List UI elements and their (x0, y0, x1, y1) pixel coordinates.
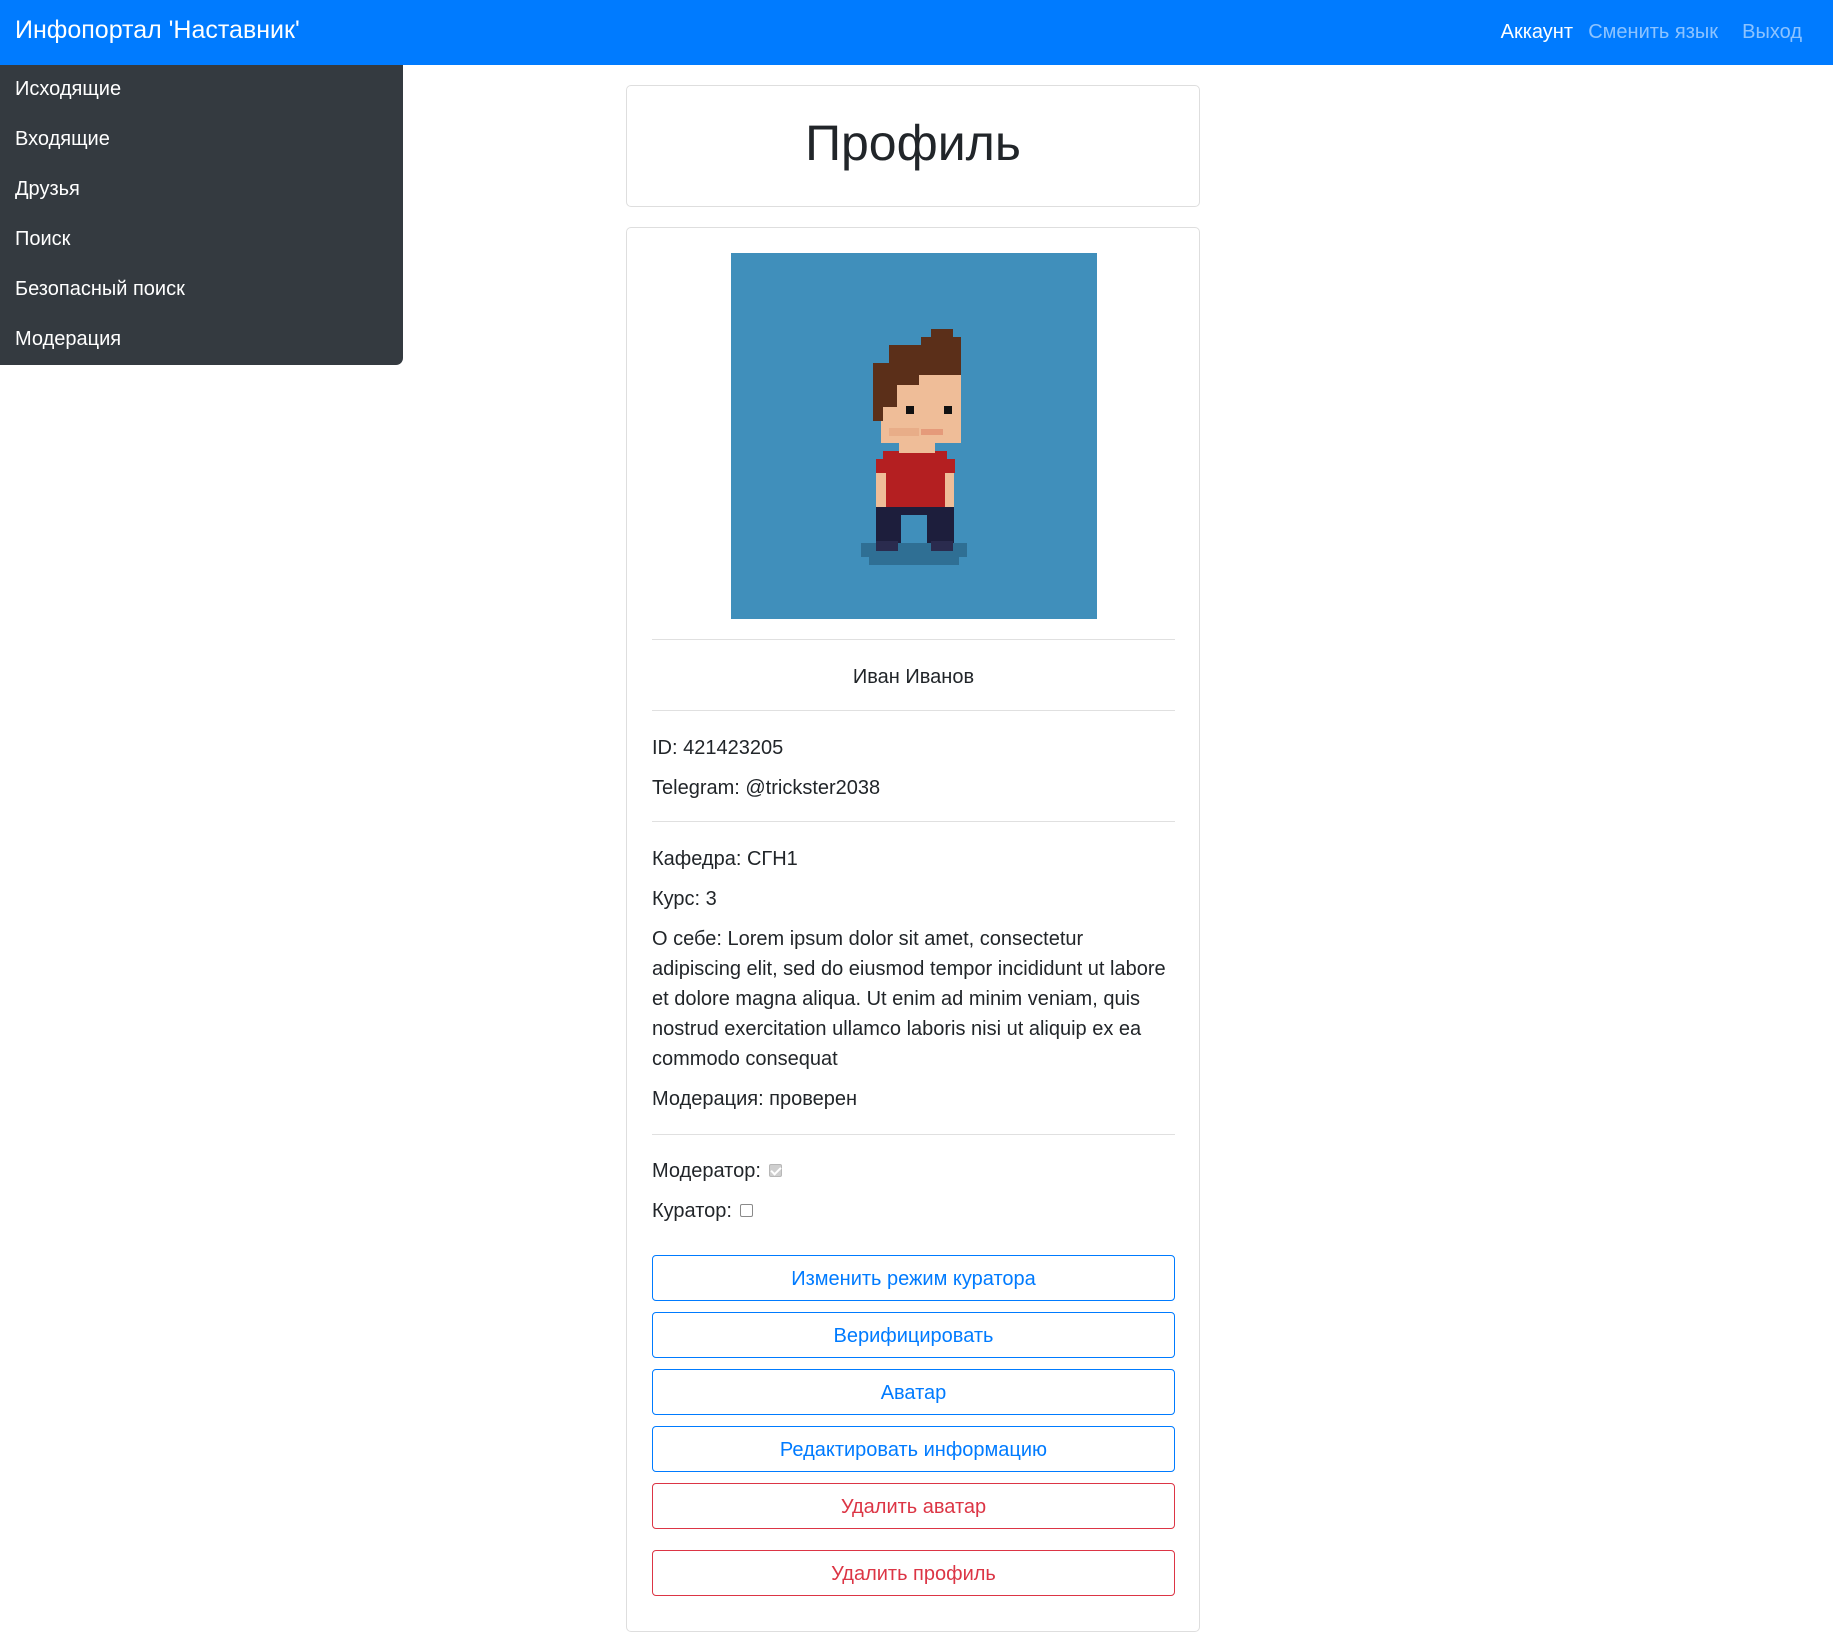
divider (652, 821, 1175, 822)
divider (652, 639, 1175, 640)
profile-about: О себе: Lorem ipsum dolor sit amet, cons… (652, 928, 1166, 1070)
profile-department: Кафедра: СГН1 (652, 848, 798, 870)
curator-label: Куратор: (652, 1200, 732, 1222)
pixel-person-avatar-icon (731, 253, 1097, 619)
divider (652, 710, 1175, 711)
curator-row: Куратор: (652, 1196, 1175, 1226)
top-navbar: Инфопортал 'Наставник' Аккаунт Сменить я… (0, 0, 1833, 65)
page-title-card: Профиль (626, 85, 1200, 207)
profile-card: Иван Иванов ID: 421423205 Telegram: @tri… (626, 227, 1200, 1632)
sidebar-item-search[interactable]: Поиск (15, 225, 70, 253)
profile-id: ID: 421423205 (652, 737, 784, 759)
nav-link-change-language[interactable]: Сменить язык (1588, 18, 1718, 46)
moderator-checkbox[interactable] (768, 1164, 782, 1178)
nav-link-account[interactable]: Аккаунт (1501, 18, 1573, 46)
sidebar-item-safe-search[interactable]: Безопасный поиск (15, 275, 185, 303)
nav-link-logout[interactable]: Выход (1742, 18, 1802, 46)
sidebar-item-incoming[interactable]: Входящие (15, 125, 110, 153)
sidebar-item-friends[interactable]: Друзья (15, 175, 80, 203)
sidebar-item-moderation[interactable]: Модерация (15, 325, 121, 353)
divider (652, 1134, 1175, 1135)
verify-button[interactable]: Верифицировать (652, 1312, 1175, 1358)
toggle-curator-mode-button[interactable]: Изменить режим куратора (652, 1255, 1175, 1301)
profile-course: Курс: 3 (652, 888, 717, 910)
profile-moderation-status: Модерация: проверен (652, 1088, 858, 1110)
moderator-row: Модератор: (652, 1156, 1175, 1186)
curator-checkbox[interactable] (739, 1204, 753, 1218)
sidebar: Исходящие Входящие Друзья Поиск Безопасн… (0, 65, 403, 365)
moderator-label: Модератор: (652, 1160, 761, 1182)
delete-profile-button[interactable]: Удалить профиль (652, 1550, 1175, 1596)
brand-title[interactable]: Инфопортал 'Наставник' (15, 13, 300, 47)
profile-telegram: Telegram: @trickster2038 (652, 777, 881, 799)
edit-info-button[interactable]: Редактировать информацию (652, 1426, 1175, 1472)
page-title: Профиль (805, 115, 1021, 171)
profile-name: Иван Иванов (852, 666, 975, 688)
delete-avatar-button[interactable]: Удалить аватар (652, 1483, 1175, 1529)
sidebar-item-outgoing[interactable]: Исходящие (15, 75, 121, 103)
avatar (731, 253, 1097, 619)
avatar-button[interactable]: Аватар (652, 1369, 1175, 1415)
